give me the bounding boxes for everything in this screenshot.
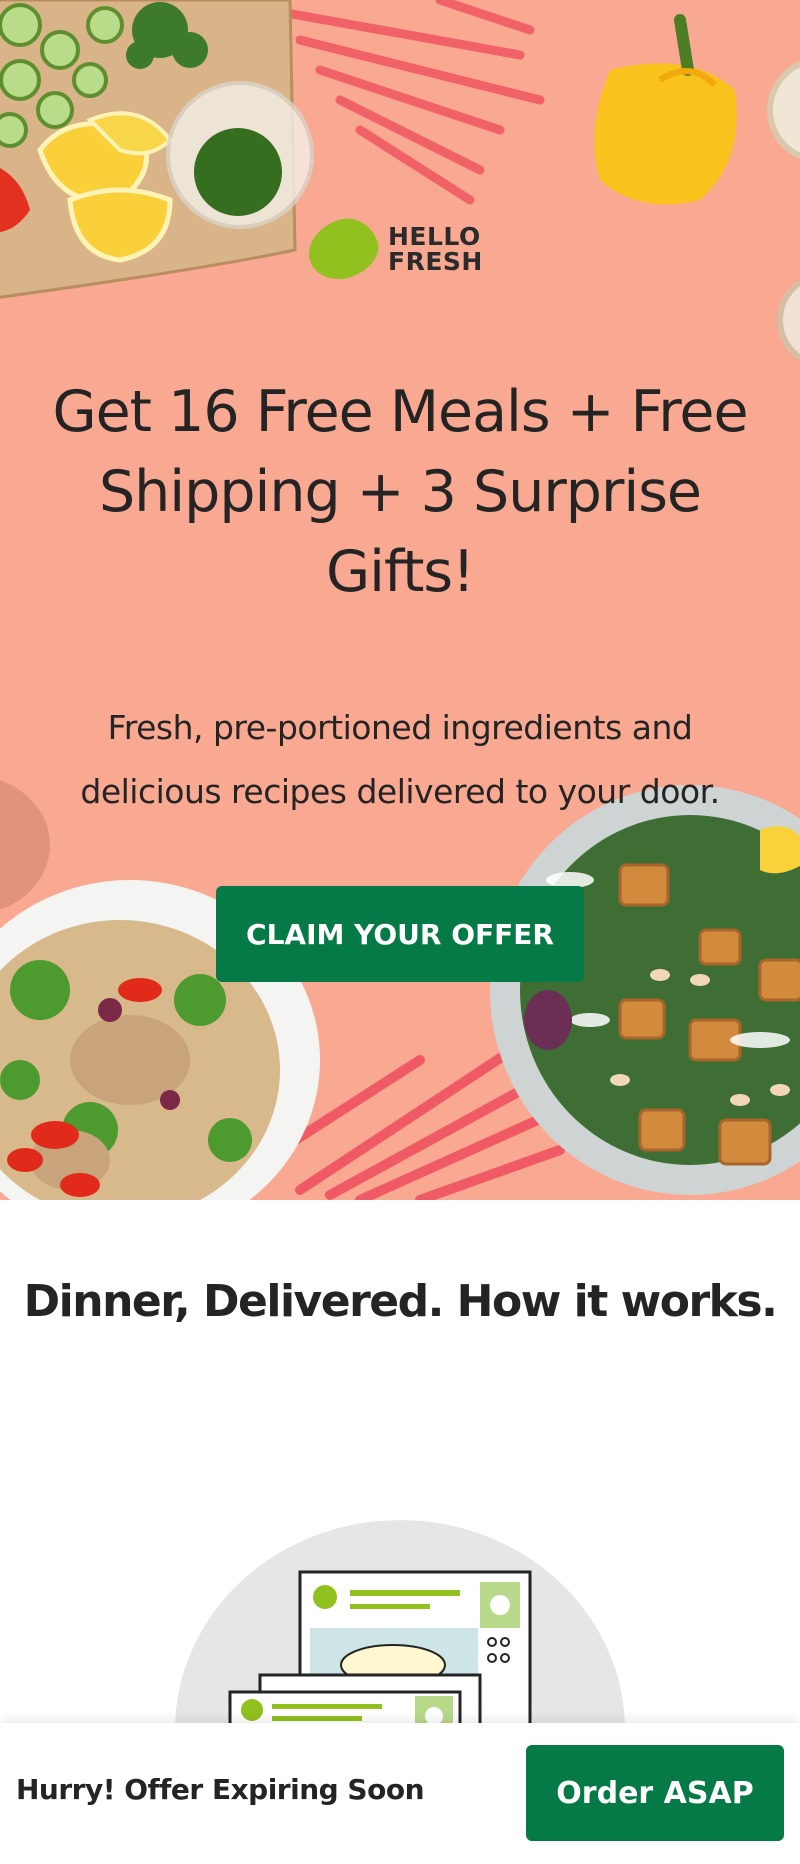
hero-headline: Get 16 Free Meals + Free Shipping + 3 Su… <box>52 379 748 605</box>
claim-offer-button[interactable]: CLAIM YOUR OFFER <box>216 886 584 982</box>
logo-word-hello: HELLO <box>388 222 481 251</box>
how-it-works-title: Dinner, Delivered. How it works. <box>23 1276 778 1327</box>
hellofresh-logo[interactable]: HELLO FRESH <box>300 210 498 288</box>
hellofresh-lime-icon <box>300 210 386 288</box>
order-asap-button[interactable]: Order ASAP <box>526 1745 784 1841</box>
recipe-cards-illustration <box>175 1520 625 1730</box>
hero-banner: HELLO FRESH Get 16 Free Meals + Free Shi… <box>0 0 800 1200</box>
logo-word-fresh: FRESH <box>388 247 483 276</box>
offer-expiring-message: Hurry! Offer Expiring Soon <box>16 1773 425 1806</box>
hero-subheadline: Fresh, pre-portioned ingredients and del… <box>80 708 720 811</box>
sticky-offer-bar: Hurry! Offer Expiring Soon Order ASAP <box>0 1723 800 1864</box>
